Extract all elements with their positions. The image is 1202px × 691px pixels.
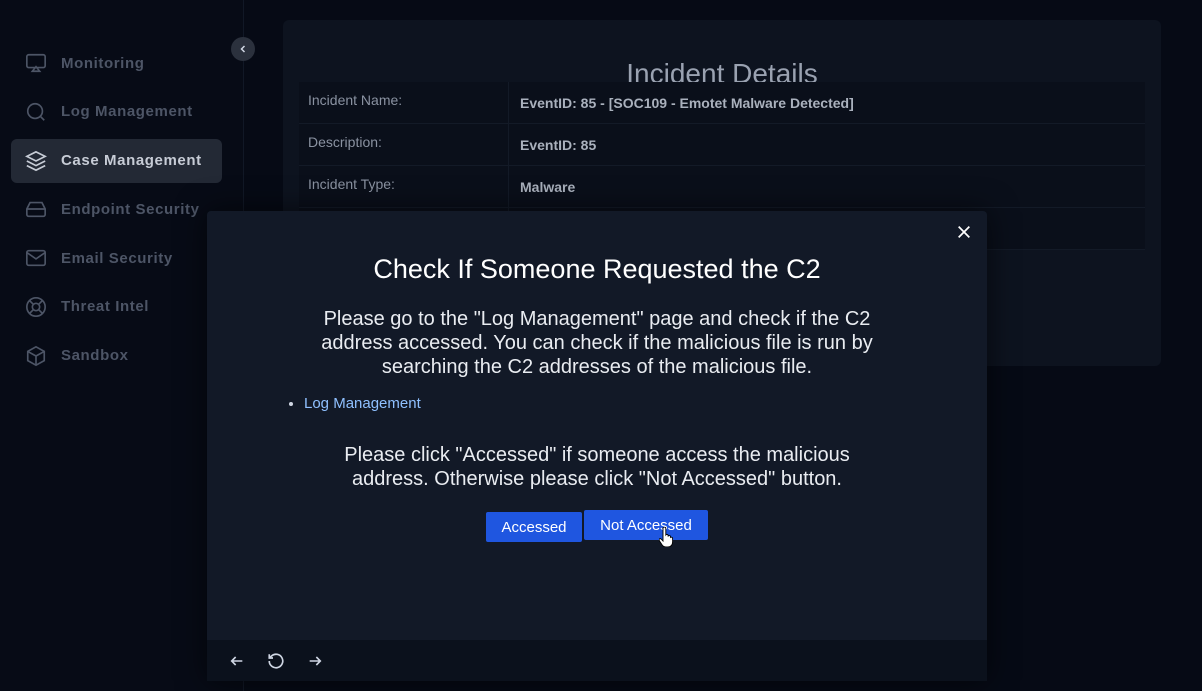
sidebar-item-sandbox[interactable]: Sandbox [11,334,222,378]
hand-cursor-icon [658,526,674,552]
c2-check-modal: Check If Someone Requested the C2 Please… [207,211,987,681]
close-button[interactable] [953,221,975,243]
drive-icon [24,197,48,221]
modal-title: Check If Someone Requested the C2 [373,254,821,284]
close-icon [958,226,970,238]
collapse-sidebar-button[interactable] [231,37,255,61]
modal-instruction-text: Please go to the "Log Management" page a… [321,308,873,378]
list-item: Log Management [304,395,421,412]
log-management-link[interactable]: Log Management [304,395,421,412]
not-accessed-button[interactable]: Not Accessed [584,510,708,540]
row-value: Malware [509,166,1145,207]
link-list: Log Management [287,395,421,412]
cube-icon [24,344,48,368]
layers-icon [24,149,48,173]
sidebar-nav: Monitoring Log Management Case Managemen… [11,41,222,383]
sidebar-item-label: Sandbox [61,347,129,365]
sidebar-item-log-management[interactable]: Log Management [11,90,222,134]
sidebar-item-label: Log Management [61,103,193,121]
forward-arrow-icon[interactable] [305,651,325,671]
table-row: Incident Name: EventID: 85 - [SOC109 - E… [299,82,1145,124]
back-arrow-icon[interactable] [227,651,247,671]
sidebar-item-endpoint-security[interactable]: Endpoint Security [11,187,222,231]
sidebar-item-case-management[interactable]: Case Management [11,138,222,183]
sidebar-item-label: Case Management [61,152,202,170]
search-icon [24,100,48,124]
row-key: Incident Name: [299,82,509,123]
table-row: Description: EventID: 85 [299,124,1145,166]
sidebar-item-threat-intel[interactable]: Threat Intel [11,285,222,329]
modal-footer [207,640,987,681]
sidebar-item-monitoring[interactable]: Monitoring [11,41,222,85]
sidebar-item-label: Endpoint Security [61,200,200,218]
row-value: EventID: 85 - [SOC109 - Emotet Malware D… [509,82,1145,123]
accessed-button[interactable]: Accessed [486,512,582,542]
modal-question-text: Please click "Accessed" if someone acces… [344,444,850,490]
monitor-icon [24,51,48,75]
table-row: Incident Type: Malware [299,166,1145,208]
chevron-left-icon [240,45,246,53]
refresh-icon[interactable] [266,651,286,671]
lifebuoy-icon [24,295,48,319]
mail-icon [24,246,48,270]
sidebar-item-email-security[interactable]: Email Security [11,236,222,280]
row-key: Description: [299,124,509,165]
sidebar-item-label: Monitoring [61,54,145,72]
row-key: Incident Type: [299,166,509,207]
row-value: EventID: 85 [509,124,1145,165]
sidebar-item-label: Email Security [61,249,173,267]
sidebar-item-label: Threat Intel [61,298,150,316]
